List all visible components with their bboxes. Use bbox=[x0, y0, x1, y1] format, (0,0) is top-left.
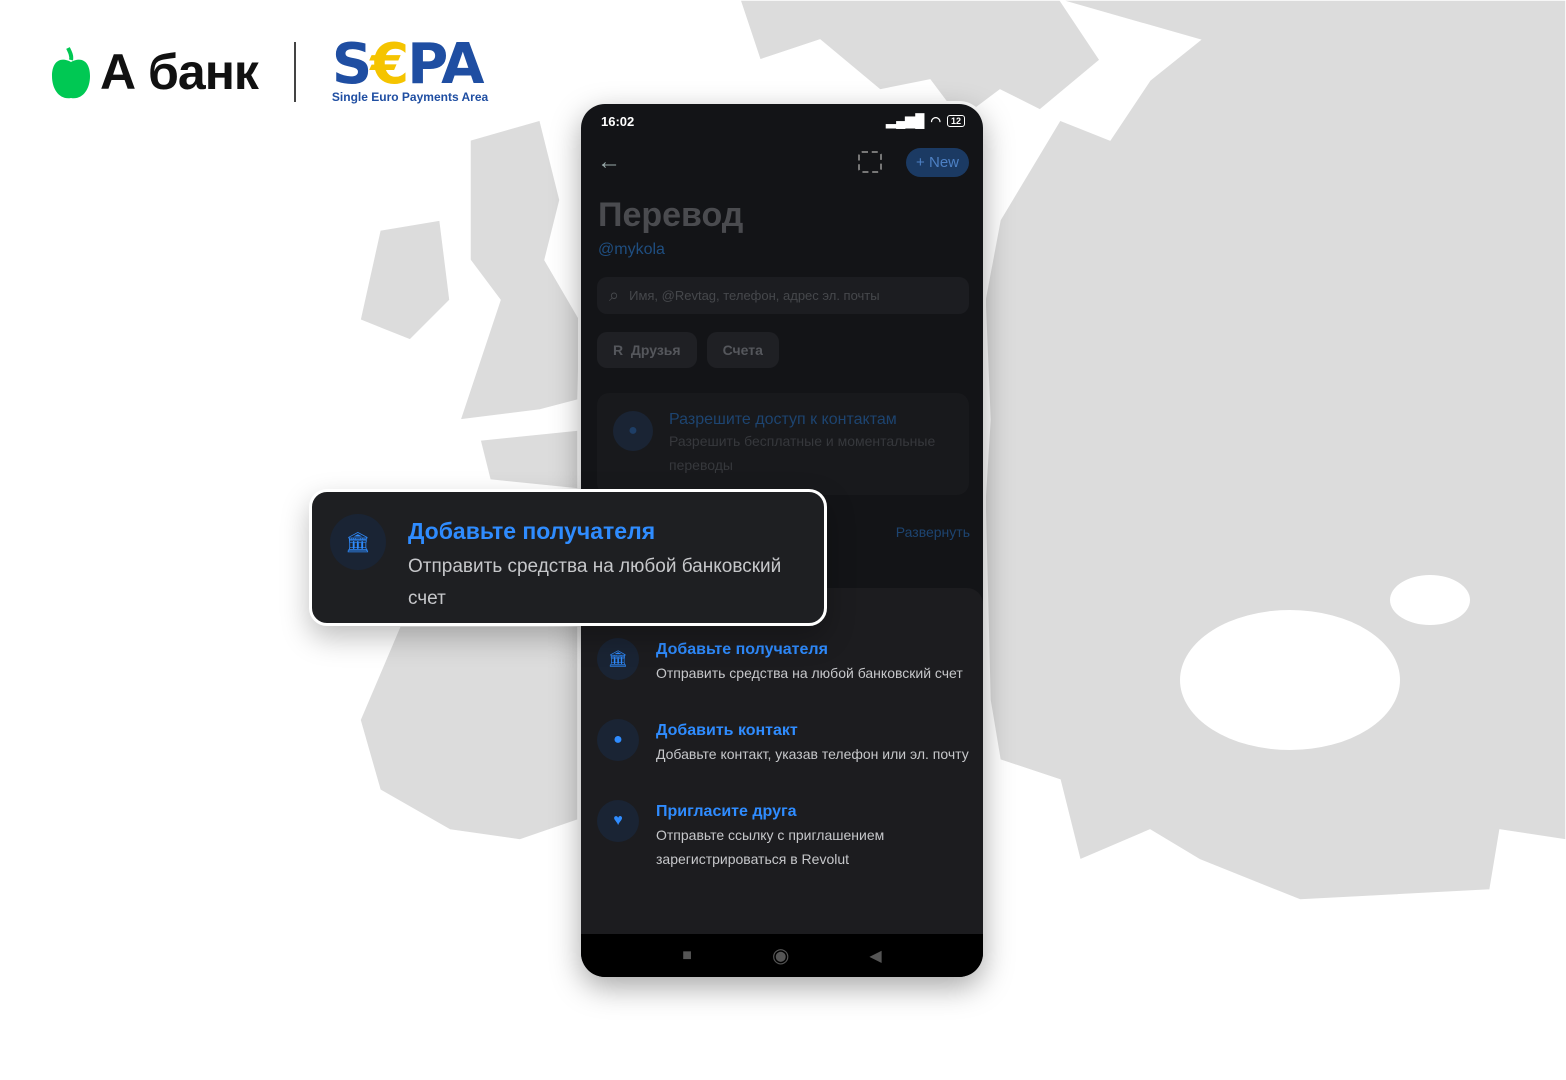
revolut-r-icon: R bbox=[613, 342, 624, 358]
bottom-sheet: 🏛 Добавьте получателя Отправить средства … bbox=[581, 588, 983, 934]
top-bar: ← + New bbox=[581, 138, 983, 186]
callout-title: Добавьте получателя bbox=[408, 518, 656, 544]
list-item-invite-friend[interactable]: ♥ Пригласите друга Отправьте ссылку с при… bbox=[597, 800, 969, 871]
android-nav-bar: ■ ◉ ◀ bbox=[581, 934, 983, 977]
sepa-euro: € bbox=[370, 32, 409, 97]
heart-icon: ♥ bbox=[597, 800, 639, 842]
logo-divider bbox=[293, 42, 296, 102]
user-handle: @mykola bbox=[598, 241, 665, 258]
home-icon[interactable]: ◉ bbox=[772, 943, 789, 968]
back-triangle-icon[interactable]: ◀ bbox=[869, 946, 881, 966]
bank-icon: 🏛 bbox=[330, 514, 386, 570]
new-button-label: New bbox=[928, 153, 959, 171]
sepa-s: S bbox=[331, 32, 372, 97]
person-icon: ● bbox=[613, 411, 653, 451]
chip-friends[interactable]: R Друзья bbox=[597, 332, 697, 368]
sepa-tagline: Single Euro Payments Area bbox=[331, 90, 489, 104]
chip-label: Счета bbox=[722, 342, 763, 358]
wifi-icon: ◠ bbox=[930, 114, 941, 128]
brand-logos: А банк S€PA Single Euro Payments Area bbox=[50, 37, 489, 105]
callout-subtitle: Отправить средства на любой банковский с… bbox=[408, 556, 782, 609]
expand-link[interactable]: Развернуть bbox=[896, 524, 970, 540]
chip-label: Друзья bbox=[630, 342, 681, 358]
chip-accounts[interactable]: Счета bbox=[706, 332, 779, 368]
item-title: Добавить контакт bbox=[656, 722, 798, 739]
back-arrow-icon[interactable]: ← bbox=[597, 148, 858, 176]
list-item-add-contact[interactable]: ● Добавить контакт Добавьте контакт, указ… bbox=[597, 719, 969, 766]
status-time: 16:02 bbox=[601, 113, 635, 129]
battery-icon: 12 bbox=[946, 115, 965, 127]
signal-icon: ▂▄▆█ bbox=[886, 113, 925, 128]
recents-icon[interactable]: ■ bbox=[682, 947, 692, 965]
status-bar: 16:02 ▂▄▆█ ◠ 12 bbox=[581, 104, 983, 138]
abank-logo: А банк bbox=[50, 43, 259, 101]
new-button[interactable]: + New bbox=[906, 147, 969, 177]
sepa-logo: S€PA Single Euro Payments Area bbox=[331, 37, 489, 105]
abank-wordmark: А банк bbox=[100, 44, 259, 100]
card-subtitle: Разрешить бесплатные и моментальные пере… bbox=[669, 433, 936, 473]
item-subtitle: Отправить средства на любой банковский с… bbox=[656, 665, 963, 681]
qr-scan-icon[interactable] bbox=[858, 151, 883, 173]
item-subtitle: Добавьте контакт, указав телефон или эл.… bbox=[656, 746, 969, 762]
search-icon: ⌕ bbox=[609, 285, 620, 305]
bank-icon: 🏛 bbox=[597, 638, 639, 680]
page-title: Перевод bbox=[598, 196, 744, 234]
search-placeholder: Имя, @Revtag, телефон, адрес эл. почты bbox=[629, 288, 880, 303]
item-subtitle: Отправьте ссылку с приглашением зарегист… bbox=[656, 827, 885, 867]
sepa-pa: PA bbox=[407, 32, 484, 97]
card-title: Разрешите доступ к контактам bbox=[669, 411, 897, 428]
person-icon: ● bbox=[597, 719, 639, 761]
item-title: Пригласите друга bbox=[656, 803, 797, 820]
list-item-add-recipient[interactable]: 🏛 Добавьте получателя Отправить средства … bbox=[597, 638, 969, 685]
apple-logo-icon bbox=[52, 47, 90, 99]
search-input[interactable]: ⌕ Имя, @Revtag, телефон, адрес эл. почты bbox=[597, 277, 969, 314]
contacts-permission-card[interactable]: ● Разрешите доступ к контактам Разрешить … bbox=[597, 393, 969, 495]
item-title: Добавьте получателя bbox=[656, 641, 828, 658]
highlight-callout-add-recipient: 🏛 Добавьте получателя Отправить средства … bbox=[309, 489, 827, 626]
